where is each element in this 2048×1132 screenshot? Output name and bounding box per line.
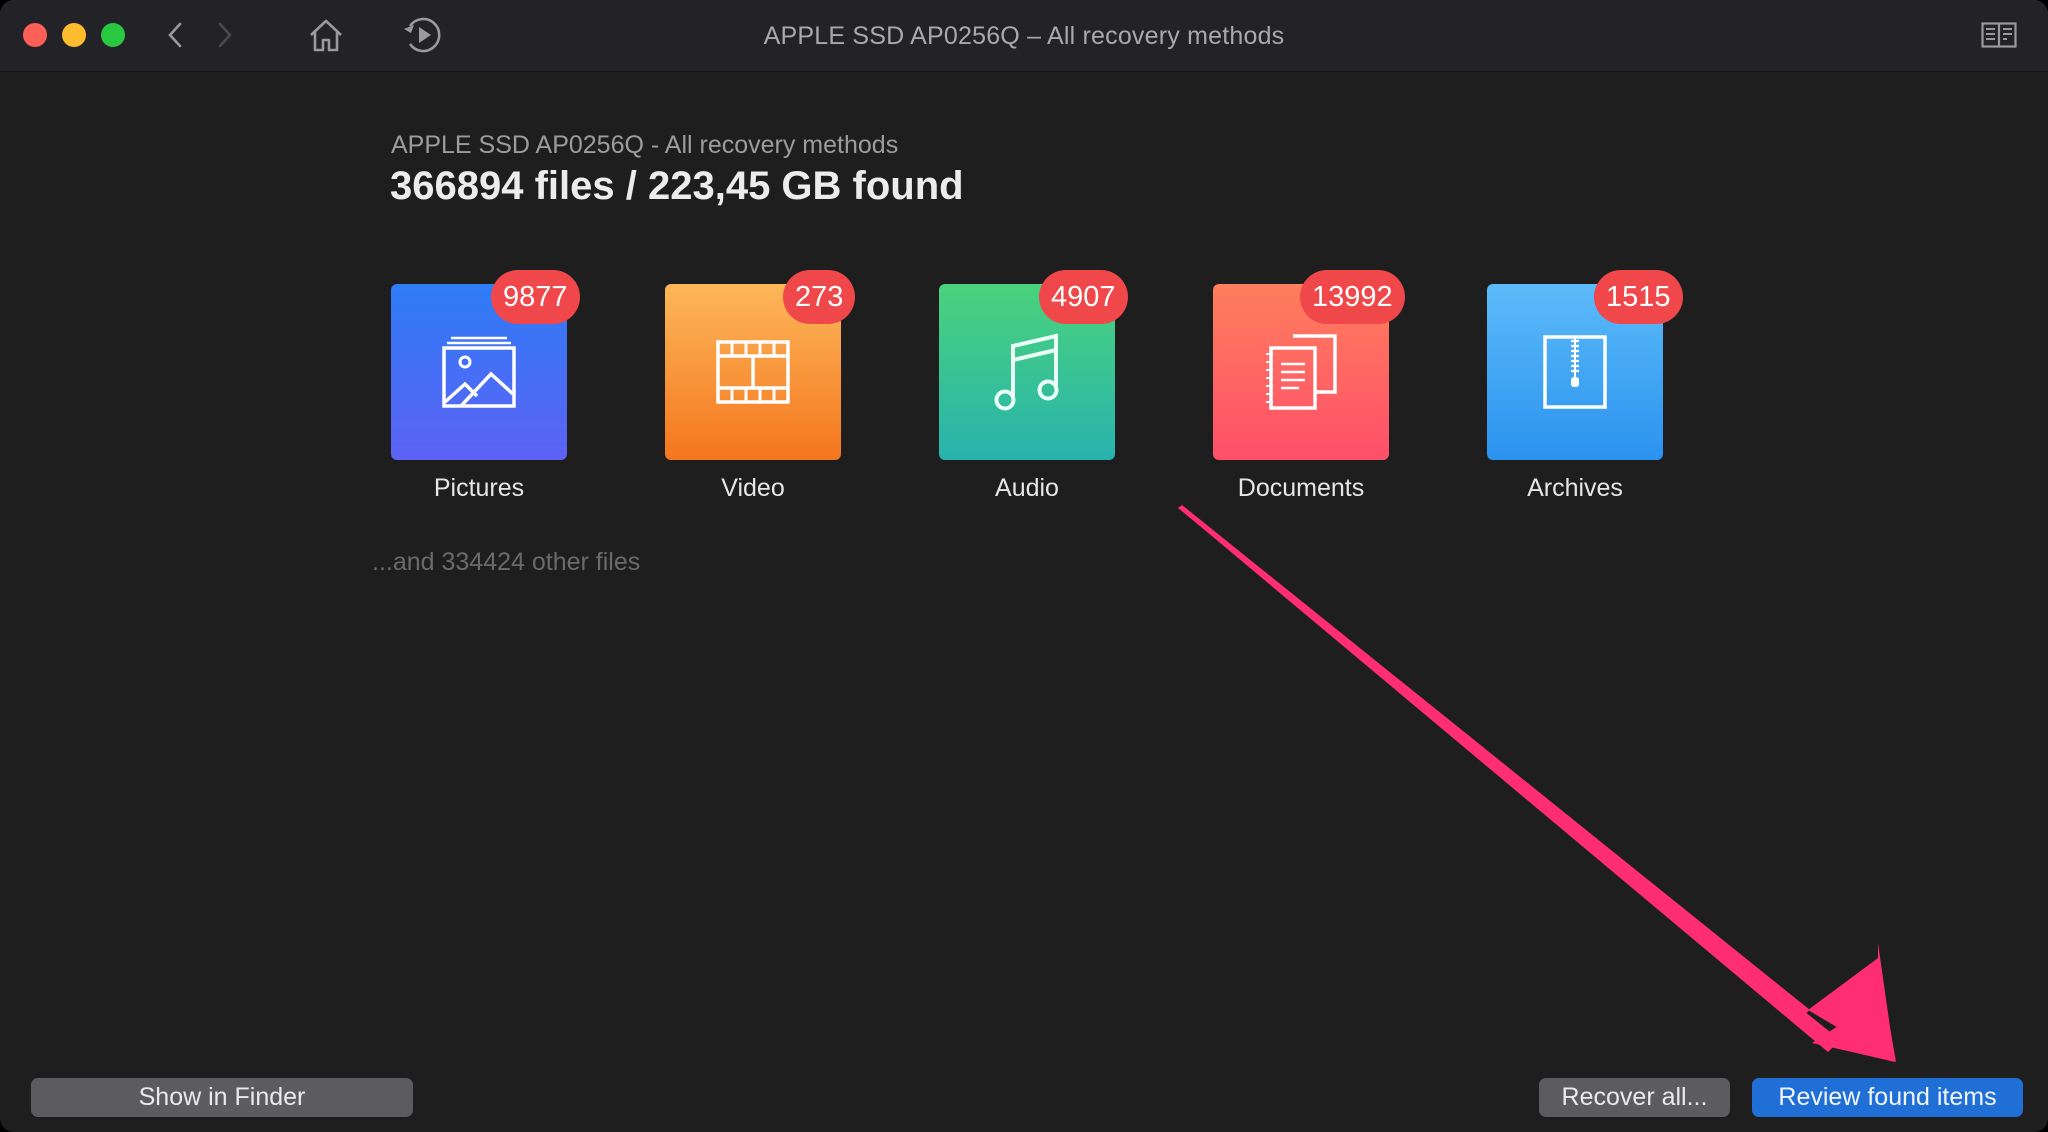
category-label: Video: [721, 474, 785, 502]
arrow-shaft: [1178, 505, 1810, 1018]
title-bar: APPLE SSD AP0256Q – All recovery methods: [0, 0, 2048, 72]
count-badge: 1515: [1594, 270, 1683, 324]
scan-results-headline: 366894 files / 223,45 GB found: [390, 164, 964, 208]
zip-archive-icon: [1543, 335, 1607, 409]
annotation-arrow: [1176, 505, 1896, 1062]
category-label: Audio: [995, 474, 1059, 502]
film-icon: [716, 340, 790, 404]
music-note-icon: [994, 333, 1059, 411]
other-files-count: ...and 334424 other files: [372, 548, 641, 576]
recover-all-button[interactable]: Recover all...: [1539, 1078, 1730, 1117]
reader-view-icon[interactable]: [1980, 20, 2018, 50]
review-found-items-button[interactable]: Review found items: [1752, 1078, 2023, 1117]
picture-icon: [442, 336, 516, 408]
app-window: APPLE SSD AP0256Q – All recovery methods…: [0, 0, 2048, 1132]
arrow-shaft-wide: [1176, 506, 1840, 1052]
show-in-finder-button[interactable]: Show in Finder: [31, 1078, 413, 1117]
window-title: APPLE SSD AP0256Q – All recovery methods: [763, 22, 1285, 50]
scan-source-subtitle: APPLE SSD AP0256Q - All recovery methods: [391, 131, 899, 159]
count-badge: 13992: [1300, 270, 1405, 324]
category-label: Documents: [1237, 474, 1365, 502]
category-label: Pictures: [433, 474, 525, 502]
arrow-head-fill: [1808, 958, 1896, 1062]
arrow-head: [1812, 943, 1895, 1062]
documents-icon: [1266, 334, 1337, 410]
count-badge: 273: [783, 270, 856, 324]
category-label: Archives: [1527, 474, 1623, 502]
count-badge: 9877: [491, 270, 580, 324]
count-badge: 4907: [1039, 270, 1128, 324]
